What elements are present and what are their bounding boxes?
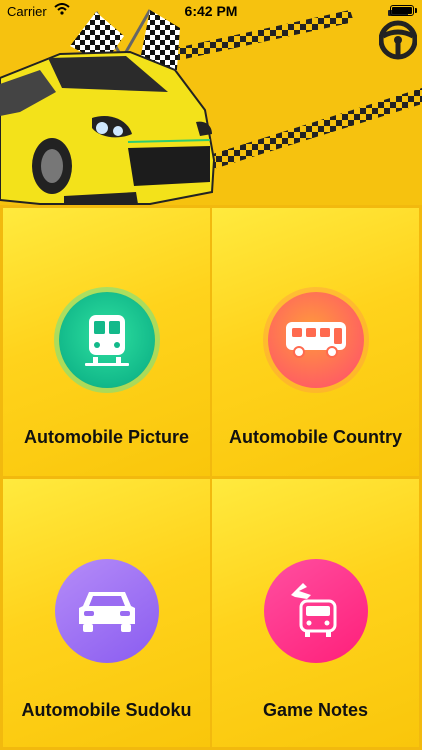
automobile-country-tile[interactable]: Automobile Country	[212, 208, 419, 476]
train-front-icon	[58, 292, 155, 388]
header-banner	[0, 0, 422, 205]
automobile-picture-tile[interactable]: Automobile Picture	[3, 208, 210, 476]
bus-arrival-icon	[263, 559, 368, 663]
game-notes-tile[interactable]: Game Notes	[212, 479, 419, 747]
automobile-sudoku-tile[interactable]: Automobile Sudoku	[3, 479, 210, 747]
automobile-sudoku-label: Automobile Sudoku	[21, 700, 192, 720]
status-bar: Carrier 6:42 PM	[0, 0, 422, 22]
checker-stripe-bottom	[200, 88, 422, 172]
clock-time: 6:42 PM	[184, 3, 238, 19]
battery-icon	[390, 5, 417, 16]
game-notes-label: Game Notes	[262, 700, 369, 720]
automobile-country-label: Automobile Country	[229, 427, 402, 447]
automobile-picture-label: Automobile Picture	[23, 427, 189, 447]
car-grille	[128, 146, 210, 186]
menu-grid: Automobile Picture Automobile Country Au…	[0, 205, 422, 750]
racing-car-illustration	[0, 9, 422, 205]
car-front-icon	[54, 559, 159, 663]
bus-side-icon	[267, 292, 364, 388]
